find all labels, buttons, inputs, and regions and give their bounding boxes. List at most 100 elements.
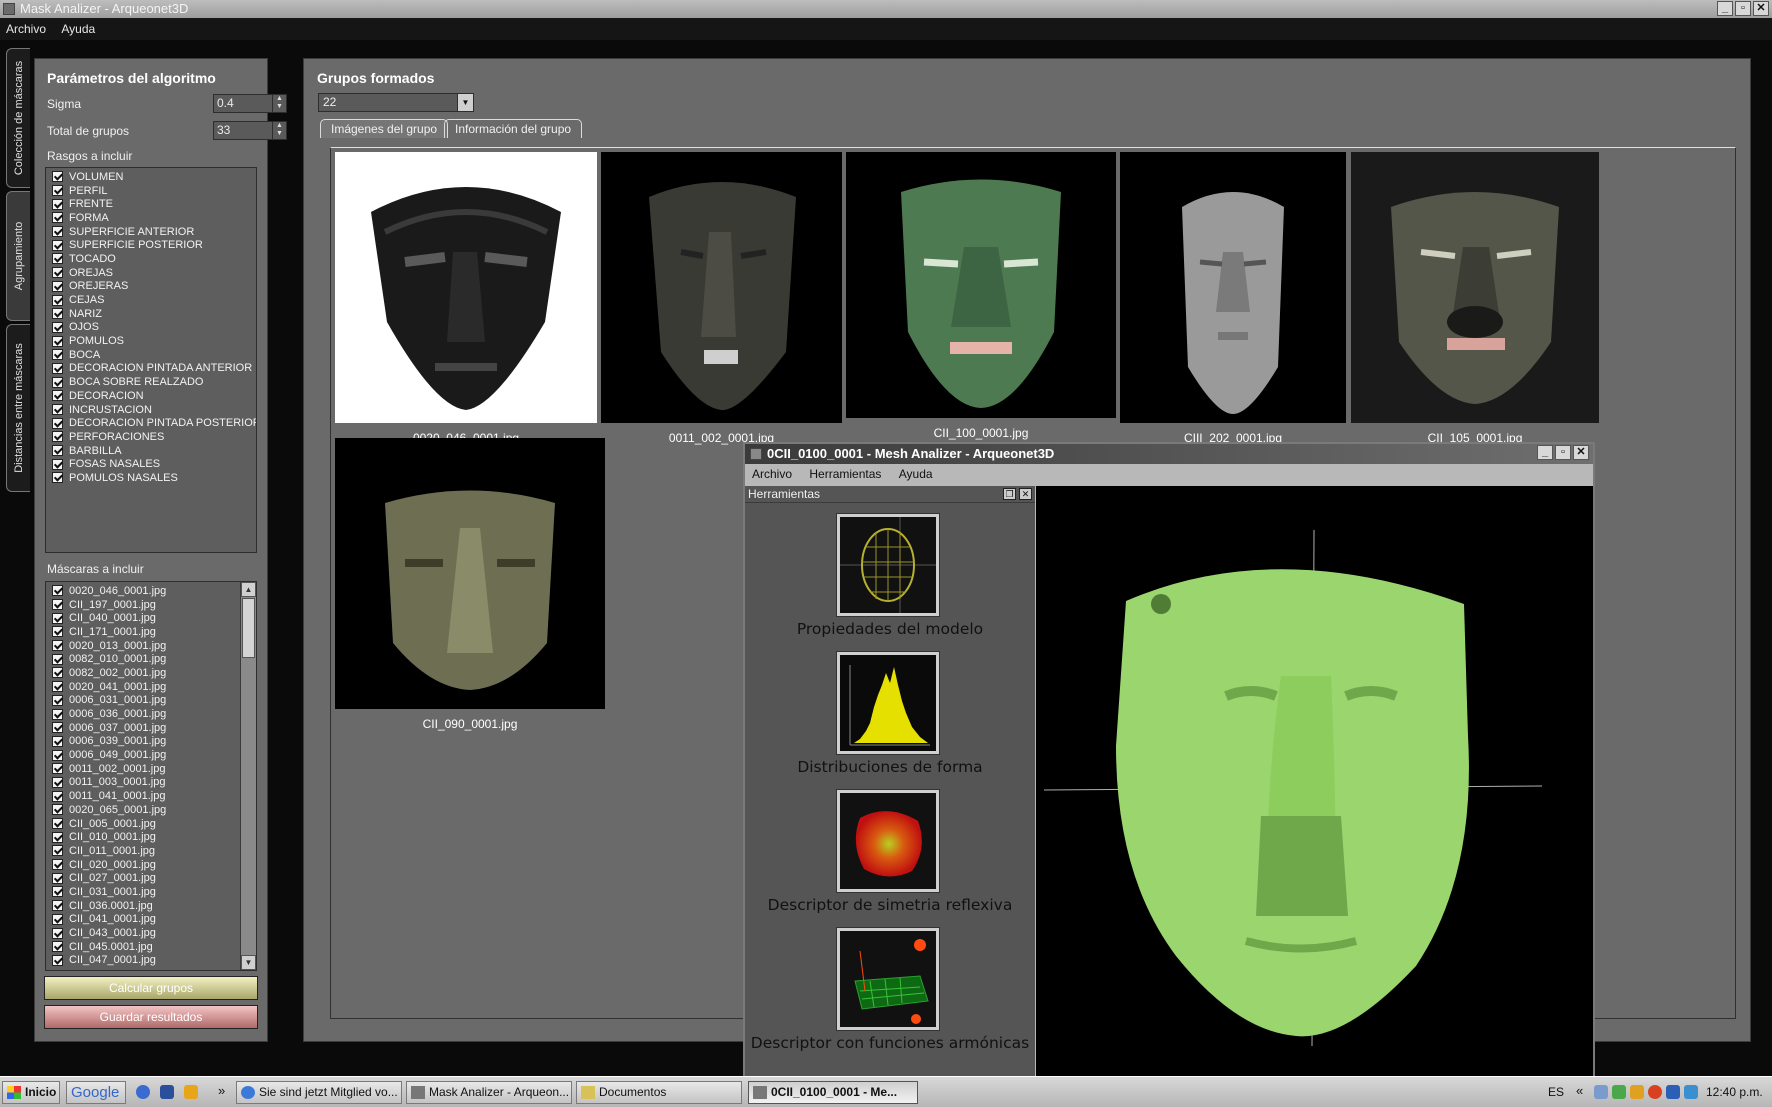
trait-checkbox-item[interactable]: POMULOS NASALES	[46, 471, 256, 485]
checkbox[interactable]	[52, 198, 63, 210]
trait-checkbox-item[interactable]: SUPERFICIE POSTERIOR	[46, 238, 256, 252]
checkbox[interactable]	[52, 954, 63, 966]
tray-icon[interactable]	[1630, 1085, 1644, 1099]
trait-checkbox-item[interactable]: FRENTE	[46, 197, 256, 211]
start-button[interactable]: Inicio	[2, 1081, 60, 1104]
mask-checkbox-item[interactable]: CII_031_0001.jpg	[46, 885, 256, 899]
checkbox[interactable]	[52, 941, 63, 953]
mask-image[interactable]	[335, 152, 597, 423]
groups-spinbox[interactable]: 33 ▲ ▼	[213, 121, 287, 140]
mask-checkbox-item[interactable]: 0011_002_0001.jpg	[46, 762, 256, 776]
harmonic-descriptor-tool-icon[interactable]	[837, 928, 939, 1030]
mask-checkbox-item[interactable]: CII_045.0001.jpg	[46, 940, 256, 954]
taskbar-button-mesh-analizer[interactable]: 0CII_0100_0001 - Me...	[748, 1081, 918, 1104]
mask-checkbox-item[interactable]: CII_047_0001.jpg	[46, 954, 256, 968]
mask-checkbox-item[interactable]: 0020_041_0001.jpg	[46, 680, 256, 694]
checkbox[interactable]	[52, 913, 63, 925]
trait-checkbox-item[interactable]: BOCA SOBRE REALZADO	[46, 375, 256, 389]
desktop-icon[interactable]	[160, 1085, 174, 1099]
mask-checkbox-item[interactable]: CII_020_0001.jpg	[46, 858, 256, 872]
3d-viewport[interactable]	[1036, 486, 1593, 1080]
tab-coleccion-mascaras[interactable]: Colección de máscaras	[6, 48, 30, 188]
tray-expand-icon[interactable]: «	[1576, 1083, 1583, 1098]
checkbox[interactable]	[52, 239, 63, 251]
checkbox[interactable]	[52, 763, 63, 775]
checkbox[interactable]	[52, 253, 63, 265]
trait-checkbox-item[interactable]: SUPERFICIE ANTERIOR	[46, 225, 256, 239]
mask-checkbox-item[interactable]: CII_171_0001.jpg	[46, 625, 256, 639]
mask-image[interactable]	[601, 152, 842, 423]
trait-checkbox-item[interactable]: OREJAS	[46, 266, 256, 280]
guardar-resultados-button[interactable]: Guardar resultados	[44, 1005, 258, 1029]
checkbox[interactable]	[52, 226, 63, 238]
quicklaunch-icon[interactable]	[184, 1085, 198, 1099]
close-icon[interactable]: ✕	[1019, 488, 1032, 500]
mask-checkbox-item[interactable]: CII_043_0001.jpg	[46, 926, 256, 940]
spin-arrows-icon[interactable]: ▲ ▼	[272, 122, 286, 139]
checkbox[interactable]	[52, 845, 63, 857]
checkbox[interactable]	[52, 927, 63, 939]
tray-icon[interactable]	[1594, 1085, 1608, 1099]
checkbox[interactable]	[52, 640, 63, 652]
mask-image[interactable]	[846, 152, 1116, 418]
trait-checkbox-item[interactable]: VOLUMEN	[46, 170, 256, 184]
mask-checkbox-item[interactable]: 0011_041_0001.jpg	[46, 789, 256, 803]
checkbox[interactable]	[52, 267, 63, 279]
checkbox[interactable]	[52, 818, 63, 830]
tray-icon[interactable]	[1648, 1085, 1662, 1099]
mask-checkbox-item[interactable]: 0020_013_0001.jpg	[46, 639, 256, 653]
checkbox[interactable]	[52, 831, 63, 843]
checkbox[interactable]	[52, 294, 63, 306]
tool-label[interactable]: Distribuciones de forma	[745, 758, 1035, 776]
checkbox[interactable]	[52, 308, 63, 320]
checkbox[interactable]	[52, 804, 63, 816]
checkbox[interactable]	[52, 626, 63, 638]
checkbox[interactable]	[52, 886, 63, 898]
spin-arrows-icon[interactable]: ▲ ▼	[272, 95, 286, 112]
checkbox[interactable]	[52, 872, 63, 884]
checkbox[interactable]	[52, 335, 63, 347]
mask-checkbox-item[interactable]: CII_027_0001.jpg	[46, 871, 256, 885]
menu-ayuda[interactable]: Ayuda	[55, 18, 101, 40]
checkbox[interactable]	[52, 735, 63, 747]
scroll-thumb[interactable]	[242, 598, 255, 658]
trait-checkbox-item[interactable]: TOCADO	[46, 252, 256, 266]
tab-distancias[interactable]: Distancias entre máscaras	[6, 324, 30, 492]
trait-checkbox-item[interactable]: CEJAS	[46, 293, 256, 307]
checkbox[interactable]	[52, 445, 63, 457]
checkbox[interactable]	[52, 653, 63, 665]
mask-checkbox-item[interactable]: CII_005_0001.jpg	[46, 817, 256, 831]
trait-checkbox-item[interactable]: INCRUSTACION	[46, 403, 256, 417]
checkbox[interactable]	[52, 681, 63, 693]
google-toolbar-button[interactable]: Google	[66, 1081, 126, 1104]
checkbox[interactable]	[52, 472, 63, 484]
checkbox[interactable]	[52, 376, 63, 388]
trait-checkbox-item[interactable]: NARIZ	[46, 307, 256, 321]
checkbox[interactable]	[52, 708, 63, 720]
mask-checkbox-item[interactable]: 0006_036_0001.jpg	[46, 707, 256, 721]
quicklaunch-chevron-icon[interactable]: »	[218, 1083, 225, 1098]
trait-checkbox-item[interactable]: OJOS	[46, 321, 256, 335]
mesh-menu-ayuda[interactable]: Ayuda	[892, 464, 940, 484]
taskbar-button-documentos[interactable]: Documentos	[576, 1081, 742, 1104]
trait-checkbox-item[interactable]: DECORACION PINTADA POSTERIOR	[46, 416, 256, 430]
mask-checkbox-item[interactable]: CII_041_0001.jpg	[46, 913, 256, 927]
shape-distributions-tool-icon[interactable]	[837, 652, 939, 754]
mask-checkbox-item[interactable]: 0006_039_0001.jpg	[46, 735, 256, 749]
float-panel-icon[interactable]: ❐	[1003, 488, 1016, 500]
checkbox[interactable]	[52, 185, 63, 197]
trait-checkbox-item[interactable]: OREJERAS	[46, 280, 256, 294]
minimize-button[interactable]: _	[1537, 445, 1553, 460]
media-player-icon[interactable]	[136, 1085, 150, 1099]
checkbox[interactable]	[52, 900, 63, 912]
checkbox[interactable]	[52, 790, 63, 802]
trait-checkbox-item[interactable]: PERFORACIONES	[46, 430, 256, 444]
checkbox[interactable]	[52, 667, 63, 679]
mask-checkbox-item[interactable]: 0006_037_0001.jpg	[46, 721, 256, 735]
sigma-spinbox[interactable]: 0.4 ▲ ▼	[213, 94, 287, 113]
mesh-menu-herramientas[interactable]: Herramientas	[802, 464, 888, 484]
tool-label[interactable]: Descriptor de simetria reflexiva	[745, 896, 1035, 914]
trait-checkbox-item[interactable]: POMULOS	[46, 334, 256, 348]
checkbox[interactable]	[52, 458, 63, 470]
language-indicator[interactable]: ES	[1548, 1085, 1564, 1099]
